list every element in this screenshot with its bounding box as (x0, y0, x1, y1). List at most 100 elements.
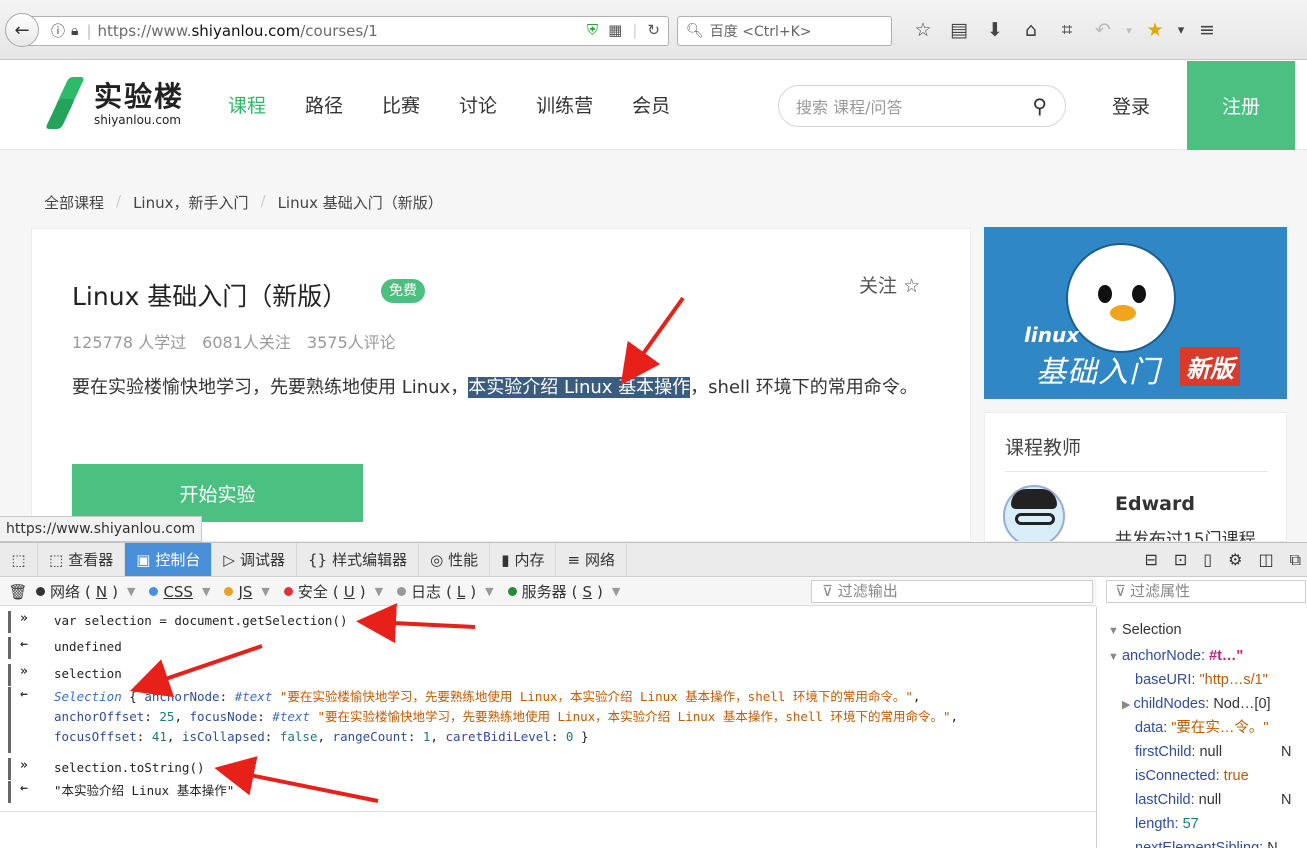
element-picker-icon[interactable]: ⬚ (0, 543, 38, 576)
tab-memory[interactable]: ▮ 内存 (490, 543, 557, 576)
filter-network[interactable]: 网络(N) ▼ (36, 581, 135, 602)
prop-value: "要在实…令。" (1171, 720, 1269, 736)
console-output-line: ← "本实验介绍 Linux 基本操作" (0, 781, 1096, 803)
extension-star-icon[interactable]: ★ (1137, 19, 1173, 41)
sidebar-toggle-icon[interactable]: ◫ (1258, 550, 1273, 570)
nav-membership[interactable]: 会员 (632, 91, 670, 118)
nav-courses[interactable]: 课程 (228, 91, 266, 118)
course-stats: 125778 人学过 6081人关注 3575人评论 (72, 329, 396, 353)
input-prompt-icon: » (20, 758, 28, 773)
filter-server-key: S (582, 582, 593, 601)
site-search-placeholder: 搜索 课程/问答 (796, 98, 903, 117)
filter-security[interactable]: 安全(U) ▼ (283, 581, 383, 602)
breadcrumb-category[interactable]: Linux，新手入门 (133, 192, 248, 213)
chevron-down-icon: ▼ (611, 585, 621, 598)
breadcrumb-current: Linux 基础入门（新版） (277, 194, 443, 212)
console-output[interactable]: » var selection = document.getSelection(… (0, 607, 1097, 848)
tab-inspector[interactable]: ⬚ 查看器 (38, 543, 126, 576)
status-bar-url: https://www.shiyanlou.com (0, 516, 203, 542)
prop-length: length: 57 (1135, 814, 1199, 834)
prop-value: N (1267, 840, 1278, 848)
gauge-icon: ◎ (430, 550, 444, 569)
filter-network-label: 网络 (50, 583, 81, 601)
tab-memory-label: 内存 (514, 551, 545, 569)
home-icon[interactable]: ⌂ (1013, 19, 1049, 41)
filter-js[interactable]: JS ▼ (224, 583, 270, 601)
filter-dot (507, 587, 517, 596)
start-lab-button[interactable]: 开始实验 (72, 464, 363, 522)
login-link[interactable]: 登录 (1112, 92, 1150, 119)
prop-value: 57 (1182, 816, 1199, 832)
star-outline-icon: ☆ (903, 275, 921, 297)
site-logo[interactable]: 实验楼 shiyanlou.com (45, 77, 184, 131)
reload-icon[interactable]: ↻ (647, 21, 660, 39)
split-console-icon[interactable]: ⊡ (1174, 550, 1187, 570)
logo-leaf-icon (45, 77, 86, 131)
network-icon: ≡ (567, 550, 581, 569)
tab-performance[interactable]: ◎ 性能 (419, 543, 491, 576)
shield-icon[interactable]: ⛨ (587, 21, 598, 39)
followers-count: 6081人关注 (202, 333, 291, 352)
tab-style-editor[interactable]: {} 样式编辑器 (297, 543, 420, 576)
crop-icon[interactable]: ⌗ (1049, 19, 1085, 41)
breadcrumb-all-courses[interactable]: 全部课程 (44, 192, 104, 213)
undo-icon[interactable]: ↶ (1085, 19, 1121, 41)
dock-icon[interactable]: ⧉ (1290, 550, 1301, 570)
follow-button[interactable]: 关注 ☆ (859, 271, 920, 298)
avatar[interactable] (1003, 485, 1065, 541)
qr-code-icon[interactable]: ▦ (608, 21, 622, 39)
responsive-design-icon[interactable]: ▯ (1203, 550, 1212, 570)
register-button[interactable]: 注册 (1187, 61, 1295, 150)
download-icon[interactable]: ⬇ (977, 19, 1013, 41)
prop-child-nodes[interactable]: ▶ childNodes: Nod…[0] (1122, 694, 1271, 715)
trash-icon[interactable]: 🗑︎ (0, 583, 36, 601)
url-bar[interactable]: ⓘ 🔒︎ | https://www. shiyanlou.com/courses… (22, 16, 669, 46)
banner-new-badge: 新版 (1180, 347, 1240, 386)
filter-css[interactable]: CSS ▼ (149, 583, 210, 601)
selection-object[interactable]: Selection { anchorNode: #text "要在实验楼愉快地学… (54, 687, 958, 747)
bookmark-star-icon[interactable]: ☆ (905, 19, 941, 41)
nav-contests[interactable]: 比赛 (382, 91, 420, 118)
search-icon[interactable]: ⚲ (1032, 94, 1047, 118)
reading-list-icon[interactable]: ▤ (941, 19, 977, 41)
tab-network[interactable]: ≡ 网络 (556, 543, 628, 576)
filter-network-key: N (95, 582, 108, 601)
nav-discussions[interactable]: 讨论 (459, 91, 497, 118)
breadcrumb-separator: / (116, 192, 122, 210)
site-search-input[interactable]: 搜索 课程/问答 ⚲ (778, 85, 1066, 127)
follow-label: 关注 (859, 275, 898, 297)
tab-debugger[interactable]: ▷ 调试器 (212, 543, 297, 576)
prop-value: null (1198, 792, 1222, 808)
back-button[interactable]: ← (5, 13, 39, 47)
prop-is-connected: isConnected: true (1135, 766, 1249, 786)
lock-icon[interactable]: 🔒︎ (71, 23, 78, 39)
console-result: undefined (54, 639, 122, 654)
nav-paths[interactable]: 路径 (305, 91, 343, 118)
teacher-name[interactable]: Edward (1115, 493, 1195, 515)
browser-search-box[interactable]: 🔍︎ 百度 <Ctrl+K> (677, 16, 892, 46)
toolbar-icons: ☆ ▤ ⬇ ⌂ ⌗ ↶ ▾ ★ ▾ ≡ (905, 19, 1225, 41)
undo-dropdown-icon[interactable]: ▾ (1121, 24, 1137, 37)
divider (0, 811, 1096, 812)
penguin-icon (1066, 243, 1176, 353)
extension-dropdown-icon[interactable]: ▾ (1173, 23, 1189, 38)
menu-icon[interactable]: ≡ (1189, 19, 1225, 41)
prop-root[interactable]: ▼ Selection (1108, 620, 1182, 641)
prop-key: nextElementSibling: (1135, 840, 1264, 848)
prop-trailing: N (1281, 792, 1292, 808)
prop-anchor-node[interactable]: ▼ anchorNode: #t…" (1108, 646, 1243, 667)
nav-bootcamp[interactable]: 训练营 (536, 91, 593, 118)
tab-inspector-label: 查看器 (68, 551, 114, 569)
course-card: Linux 基础入门（新版） 免费 关注 ☆ 125778 人学过 6081人关… (31, 228, 971, 542)
filter-props-input[interactable]: ⊽ 过滤属性 (1106, 580, 1306, 603)
tab-console[interactable]: ▣ 控制台 (125, 543, 213, 576)
gear-icon[interactable]: ⚙ (1228, 550, 1242, 570)
tab-console-label: 控制台 (155, 551, 201, 569)
filter-output-input[interactable]: ⊽ 过滤输出 (811, 580, 1093, 603)
filter-server[interactable]: 服务器(S) ▼ (507, 581, 621, 602)
tab-debugger-label: 调试器 (239, 551, 285, 569)
prop-key: lastChild: (1135, 792, 1195, 808)
info-icon[interactable]: ⓘ (51, 21, 65, 41)
frame-select-icon[interactable]: ⊟ (1144, 550, 1157, 570)
filter-logging[interactable]: 日志(L) ▼ (397, 581, 494, 602)
